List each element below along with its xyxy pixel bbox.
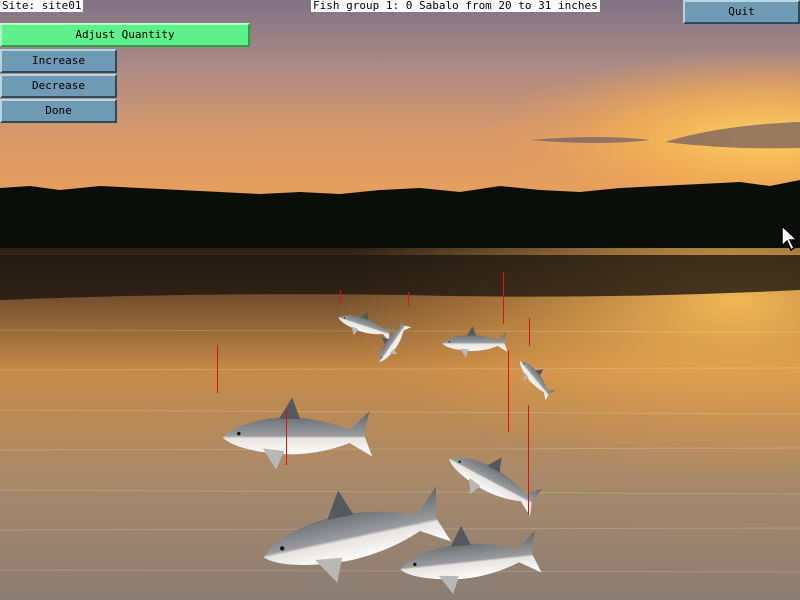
decrease-button[interactable]: Decrease <box>0 74 117 98</box>
game-scene[interactable] <box>0 0 800 600</box>
shark-fish <box>369 316 415 368</box>
fishing-line <box>529 318 530 346</box>
fishing-line <box>286 410 287 465</box>
done-button[interactable]: Done <box>0 99 117 123</box>
shark-fish <box>440 440 545 520</box>
shark-fish <box>442 326 508 358</box>
fishing-line <box>503 272 504 324</box>
shark-fish <box>222 397 373 470</box>
fishing-line <box>528 405 529 515</box>
fishing-line <box>508 350 509 432</box>
fishing-line <box>408 292 409 306</box>
shark-fish <box>396 520 543 600</box>
fishing-line <box>340 290 341 304</box>
site-label: Site: site01 <box>0 0 84 12</box>
fish-group-label: Fish group 1: 0 Sabalo from 20 to 31 inc… <box>311 0 600 12</box>
adjust-quantity-button[interactable]: Adjust Quantity <box>0 23 250 47</box>
shark-fish <box>512 352 560 403</box>
arrow-cursor-icon <box>781 224 799 252</box>
increase-button[interactable]: Increase <box>0 49 117 73</box>
quit-button[interactable]: Quit <box>683 0 800 24</box>
fishing-line <box>217 345 218 393</box>
